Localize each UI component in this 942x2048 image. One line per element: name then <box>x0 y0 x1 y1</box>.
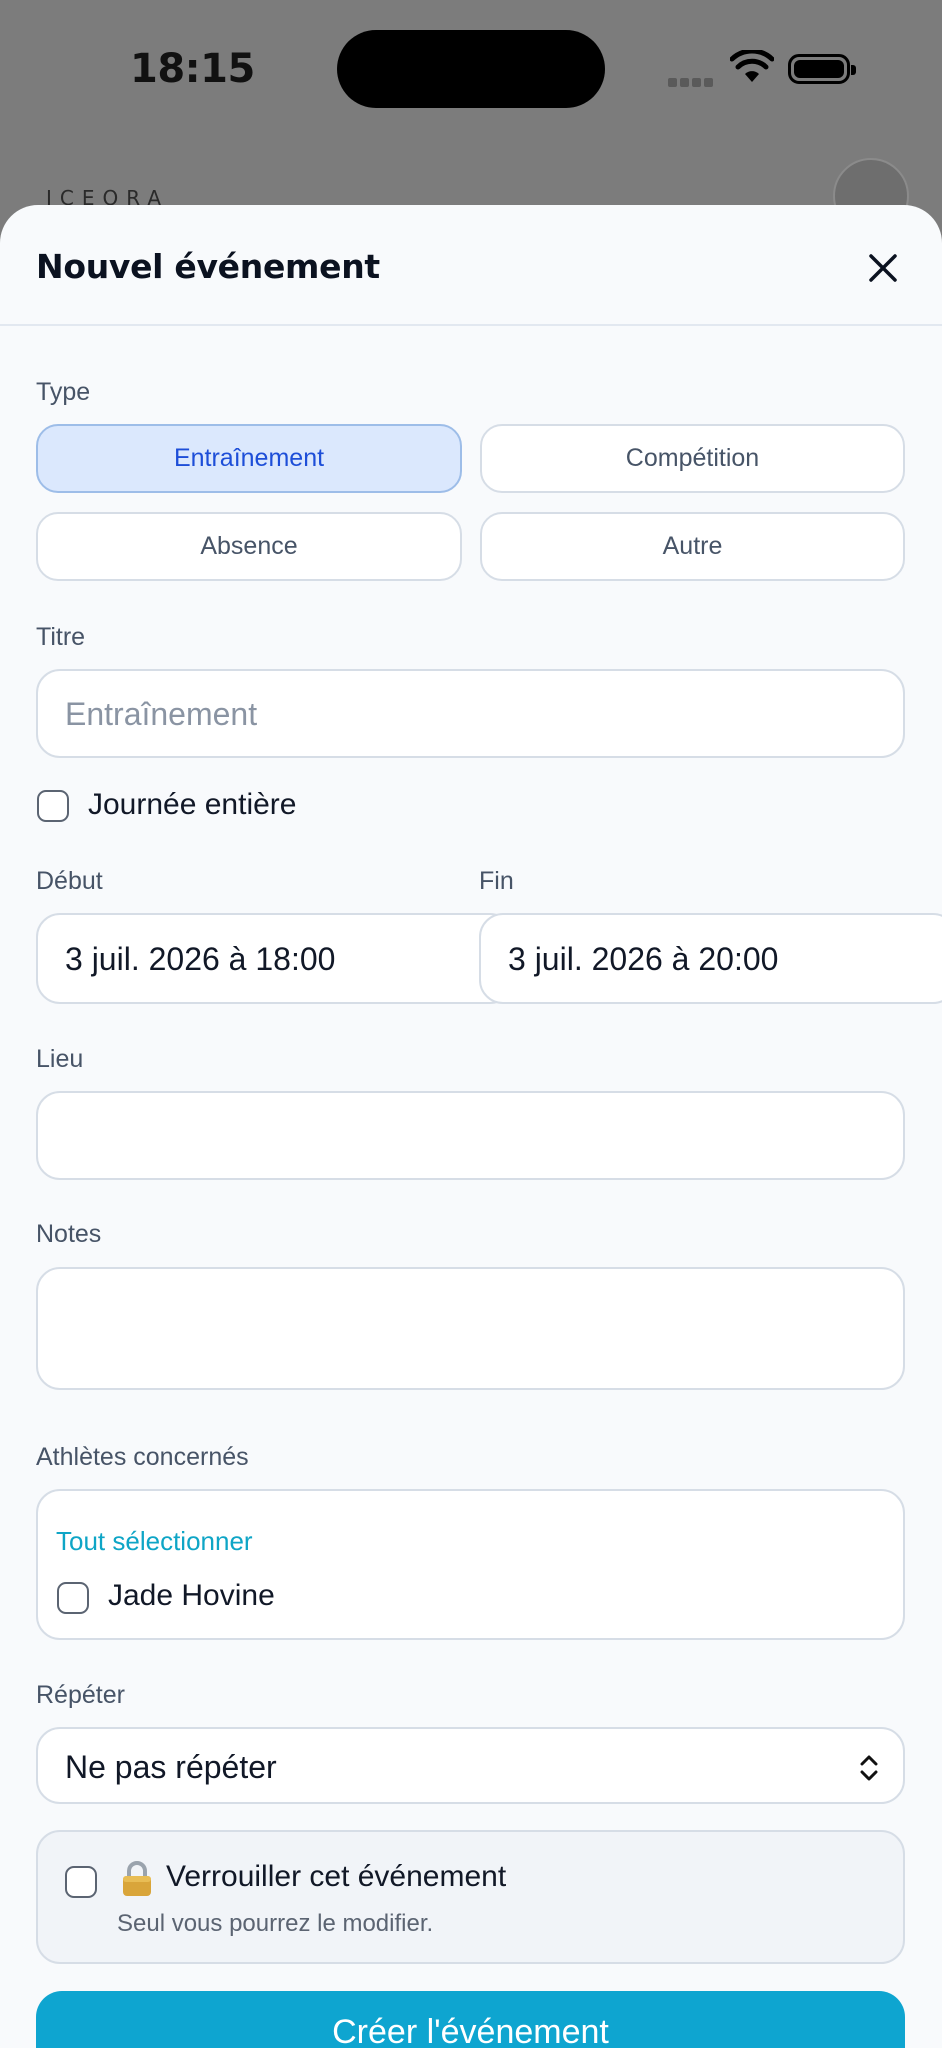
lock-checkbox[interactable] <box>65 1866 97 1898</box>
lock-event-box: Verrouiller cet événement Seul vous pour… <box>36 1830 905 1964</box>
close-icon <box>869 254 897 282</box>
lock-hint: Seul vous pourrez le modifier. <box>117 1910 434 1937</box>
dynamic-island <box>337 30 605 108</box>
end-label: Fin <box>479 867 514 895</box>
repeat-label: Répéter <box>36 1681 125 1709</box>
type-option-absence[interactable]: Absence <box>36 512 462 581</box>
notes-label: Notes <box>36 1220 102 1248</box>
athletes-label: Athlètes concernés <box>36 1443 249 1471</box>
type-option-training[interactable]: Entraînement <box>36 424 462 493</box>
chevron-up-down-icon <box>860 1755 878 1781</box>
notes-textarea[interactable] <box>36 1267 905 1390</box>
all-day-checkbox[interactable] <box>37 790 69 822</box>
status-time: 18:15 <box>130 46 255 92</box>
new-event-sheet: Nouvel événement Type Entraînement Compé… <box>0 205 942 2048</box>
start-datetime-field[interactable]: 3 juil. 2026 à 18:00 <box>36 913 514 1004</box>
sheet-header: Nouvel événement <box>0 205 942 326</box>
athletes-box: Tout sélectionner Jade Hovine <box>36 1489 905 1640</box>
location-input[interactable] <box>36 1091 905 1180</box>
type-label: Type <box>36 378 91 406</box>
lock-icon <box>123 1861 151 1896</box>
wifi-icon <box>729 48 775 89</box>
lock-label: Verrouiller cet événement <box>166 1860 507 1893</box>
title-input[interactable]: Entraînement <box>36 669 905 758</box>
title-placeholder: Entraînement <box>65 696 258 732</box>
type-option-other[interactable]: Autre <box>480 512 905 581</box>
type-option-competition[interactable]: Compétition <box>480 424 905 493</box>
start-datetime-value: 3 juil. 2026 à 18:00 <box>65 941 336 977</box>
repeat-select[interactable]: Ne pas répéter <box>36 1727 905 1804</box>
location-label: Lieu <box>36 1045 84 1073</box>
athlete-checkbox[interactable] <box>57 1582 89 1614</box>
close-button[interactable] <box>862 247 904 289</box>
repeat-value: Ne pas répéter <box>65 1749 277 1785</box>
cellular-signal-icon <box>668 74 716 92</box>
start-label: Début <box>36 867 103 895</box>
battery-icon <box>788 54 856 84</box>
title-label: Titre <box>36 623 86 651</box>
end-datetime-value: 3 juil. 2026 à 20:00 <box>508 941 779 977</box>
create-event-button[interactable]: Créer l'événement <box>36 1991 905 2048</box>
select-all-link[interactable]: Tout sélectionner <box>56 1526 253 1557</box>
end-datetime-field[interactable]: 3 juil. 2026 à 20:00 <box>479 913 942 1004</box>
all-day-label: Journée entière <box>88 788 297 821</box>
sheet-title: Nouvel événement <box>36 247 380 286</box>
athlete-name: Jade Hovine <box>108 1579 275 1612</box>
